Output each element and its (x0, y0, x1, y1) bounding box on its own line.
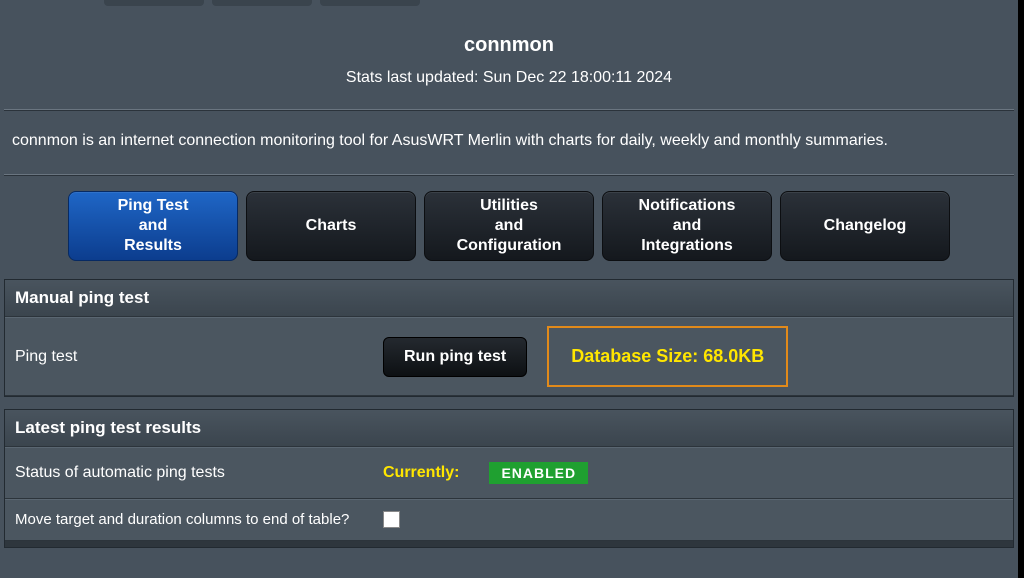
manual-ping-panel-title: Manual ping test (5, 280, 1013, 317)
move-columns-checkbox[interactable] (383, 511, 400, 528)
divider (4, 174, 1014, 175)
auto-ping-status-badge: ENABLED (489, 462, 588, 484)
move-columns-row-label: Move target and duration columns to end … (5, 500, 375, 540)
tab-ping-test-results[interactable]: Ping Test and Results (68, 191, 238, 261)
currently-label: Currently: (383, 464, 459, 482)
page-title: connmon (4, 10, 1014, 65)
window-tab-stubs (4, 0, 1014, 6)
tab-notifications-integrations[interactable]: Notifications and Integrations (602, 191, 772, 261)
ping-test-row-label: Ping test (5, 332, 375, 382)
auto-ping-status-row-label: Status of automatic ping tests (5, 448, 375, 498)
divider (4, 109, 1014, 110)
page-description: connmon is an internet connection monito… (4, 120, 1014, 168)
tab-charts[interactable]: Charts (246, 191, 416, 261)
run-ping-test-button[interactable]: Run ping test (383, 337, 527, 377)
tab-utilities-config[interactable]: Utilities and Configuration (424, 191, 594, 261)
stats-last-updated: Stats last updated: Sun Dec 22 18:00:11 … (4, 65, 1014, 103)
database-size-highlight: Database Size: 68.0KB (547, 326, 788, 387)
latest-results-panel: Latest ping test results Status of autom… (4, 409, 1014, 548)
manual-ping-panel: Manual ping test Ping test Run ping test… (4, 279, 1014, 397)
latest-results-panel-title: Latest ping test results (5, 410, 1013, 447)
panel-bottom-strip (5, 541, 1013, 547)
tab-changelog[interactable]: Changelog (780, 191, 950, 261)
tab-bar: Ping Test and Results Charts Utilities a… (4, 185, 1014, 273)
